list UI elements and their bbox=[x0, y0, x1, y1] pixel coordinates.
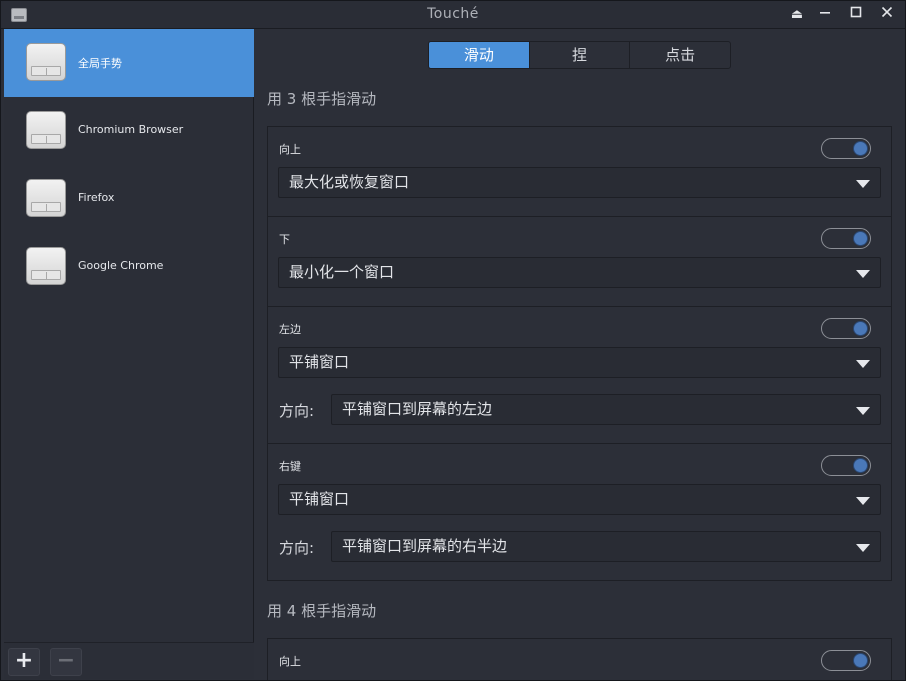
gesture-label: 向上 bbox=[279, 143, 301, 156]
gesture-row-right: 右键 平铺窗口 方向: 平铺窗口到屏幕的右半边 bbox=[268, 444, 891, 580]
gesture-toggle[interactable] bbox=[821, 138, 871, 159]
minimize-icon bbox=[820, 12, 830, 14]
touchpad-icon bbox=[26, 43, 66, 81]
tab-swipe[interactable]: 滑动 bbox=[429, 42, 530, 68]
gesture-toggle[interactable] bbox=[821, 318, 871, 339]
gesture-toggle[interactable] bbox=[821, 455, 871, 476]
chevron-down-icon bbox=[856, 360, 870, 368]
action-select-value: 最小化一个窗口 bbox=[289, 263, 395, 281]
action-select-value: 平铺窗口 bbox=[289, 490, 350, 508]
gesture-type-tabs: 滑动 捏 点击 bbox=[428, 41, 731, 69]
sidebar-item-chromium[interactable]: Chromium Browser bbox=[4, 97, 254, 165]
sidebar-item-global-gestures[interactable]: 全局手势 bbox=[4, 29, 254, 97]
title-bar[interactable]: Touché ⏏ bbox=[1, 1, 905, 29]
gesture-settings-panel: 滑动 捏 点击 用 3 根手指滑动 向上 最大化或恢复窗口 下 最小化一个窗口 bbox=[255, 29, 905, 680]
gesture-toggle[interactable] bbox=[821, 650, 871, 671]
sidebar-item-label: Firefox bbox=[78, 191, 115, 204]
three-finger-gestures: 向上 最大化或恢复窗口 下 最小化一个窗口 左边 平铺窗口 方向: 平铺窗口到屏… bbox=[267, 126, 892, 581]
tab-pinch[interactable]: 捏 bbox=[530, 42, 631, 68]
minimize-button[interactable] bbox=[814, 5, 836, 25]
maximize-button[interactable] bbox=[845, 5, 867, 25]
toggle-knob bbox=[853, 653, 868, 668]
action-select[interactable]: 平铺窗口 bbox=[278, 347, 881, 378]
sidebar-item-google-chrome[interactable]: Google Chrome bbox=[4, 233, 254, 301]
gesture-label: 向上 bbox=[279, 655, 301, 668]
direction-select-value: 平铺窗口到屏幕的左边 bbox=[342, 400, 493, 418]
action-select[interactable]: 平铺窗口 bbox=[278, 484, 881, 515]
gesture-label: 下 bbox=[279, 233, 290, 246]
touchpad-icon bbox=[26, 179, 66, 217]
keep-above-icon[interactable]: ⏏ bbox=[786, 5, 808, 25]
app-sidebar: 全局手势 Chromium Browser Firefox Google Chr… bbox=[4, 29, 254, 679]
gesture-row-up: 向上 最大化或恢复窗口 bbox=[268, 127, 891, 217]
toggle-knob bbox=[853, 141, 868, 156]
section-title-3-fingers: 用 3 根手指滑动 bbox=[267, 90, 377, 108]
add-app-button[interactable]: + bbox=[8, 648, 40, 676]
chevron-down-icon bbox=[856, 180, 870, 188]
sidebar-item-label: Chromium Browser bbox=[78, 123, 184, 136]
sidebar-item-label: 全局手势 bbox=[78, 57, 122, 70]
gesture-row-left: 左边 平铺窗口 方向: 平铺窗口到屏幕的左边 bbox=[268, 307, 891, 444]
action-select[interactable]: 最小化一个窗口 bbox=[278, 257, 881, 288]
chevron-down-icon bbox=[856, 270, 870, 278]
action-select[interactable]: 最大化或恢复窗口 bbox=[278, 167, 881, 198]
remove-app-button[interactable]: − bbox=[50, 648, 82, 676]
gesture-label: 右键 bbox=[279, 460, 301, 473]
gesture-row-up: 向上 bbox=[268, 639, 891, 680]
direction-select[interactable]: 平铺窗口到屏幕的右半边 bbox=[331, 531, 881, 562]
toggle-knob bbox=[853, 458, 868, 473]
close-button[interactable] bbox=[876, 5, 898, 25]
action-select-value: 最大化或恢复窗口 bbox=[289, 173, 410, 191]
toggle-knob bbox=[853, 321, 868, 336]
maximize-icon bbox=[850, 6, 862, 18]
touchpad-icon bbox=[26, 111, 66, 149]
gesture-row-down: 下 最小化一个窗口 bbox=[268, 217, 891, 307]
tab-tap[interactable]: 点击 bbox=[630, 42, 730, 68]
chevron-down-icon bbox=[856, 407, 870, 415]
sidebar-item-firefox[interactable]: Firefox bbox=[4, 165, 254, 233]
direction-label: 方向: bbox=[279, 402, 315, 420]
direction-select[interactable]: 平铺窗口到屏幕的左边 bbox=[331, 394, 881, 425]
direction-label: 方向: bbox=[279, 539, 315, 557]
touchpad-icon bbox=[26, 247, 66, 285]
close-icon bbox=[881, 6, 893, 18]
four-finger-gestures: 向上 bbox=[267, 638, 892, 680]
direction-select-value: 平铺窗口到屏幕的右半边 bbox=[342, 537, 508, 555]
app-window: Touché ⏏ 全局手势 Chromium Browser Firefox G… bbox=[0, 0, 906, 681]
sidebar-item-label: Google Chrome bbox=[78, 259, 164, 272]
toggle-knob bbox=[853, 231, 868, 246]
gesture-label: 左边 bbox=[279, 323, 301, 336]
section-title-4-fingers: 用 4 根手指滑动 bbox=[267, 602, 377, 620]
chevron-down-icon bbox=[856, 544, 870, 552]
window-title: Touché bbox=[427, 6, 479, 22]
chevron-down-icon bbox=[856, 497, 870, 505]
sidebar-footer: + − bbox=[4, 642, 254, 679]
action-select-value: 平铺窗口 bbox=[289, 353, 350, 371]
gesture-toggle[interactable] bbox=[821, 228, 871, 249]
